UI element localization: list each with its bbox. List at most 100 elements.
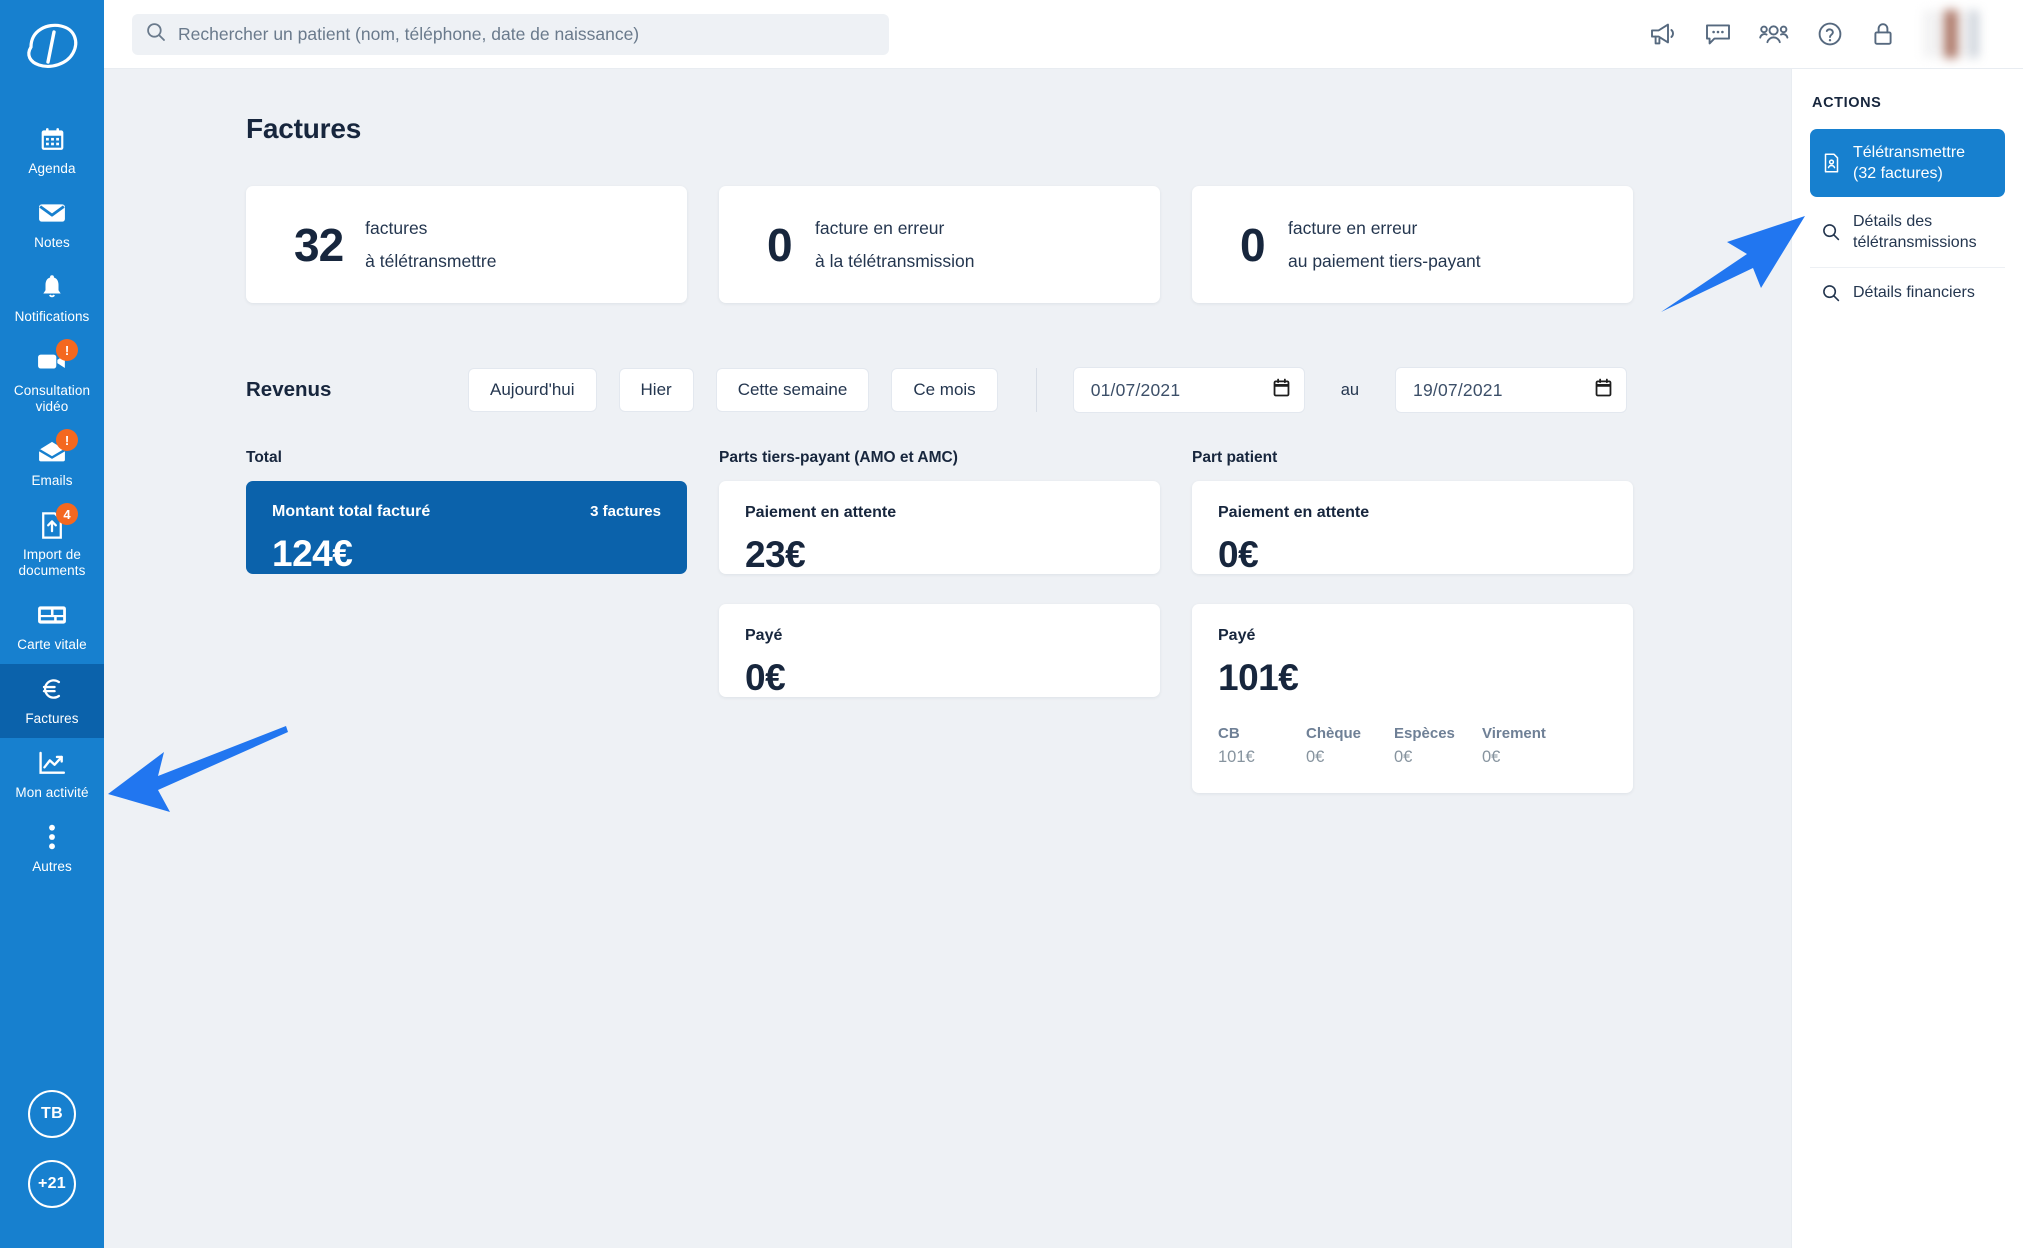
card-value: 0€ <box>1218 534 1259 575</box>
sidebar-item-import-documents[interactable]: 4 Import de documents <box>0 500 104 590</box>
filter-divider <box>1035 368 1037 412</box>
user-avatar[interactable] <box>1923 10 1979 58</box>
actions-title: ACTIONS <box>1812 95 1882 111</box>
users-icon[interactable] <box>1759 22 1789 46</box>
breakdown-key: Espèces <box>1394 725 1455 742</box>
app-logo[interactable] <box>17 16 87 76</box>
sidebar-item-label: Import de documents <box>18 547 86 578</box>
action-line-1: Détails financiers <box>1853 284 1975 301</box>
date-from-field[interactable]: 01/07/2021 <box>1072 367 1305 413</box>
breakdown-item-especes: Espèces 0€ <box>1394 725 1482 767</box>
sidebar-item-autres[interactable]: Autres <box>0 812 104 886</box>
card-header: Paiement en attente <box>745 504 1134 522</box>
search-input[interactable] <box>178 23 875 45</box>
sidebar-item-carte-vitale[interactable]: Carte vitale <box>0 590 104 664</box>
breakdown-value: 0€ <box>1482 748 1501 766</box>
action-line-2: télétransmissions <box>1853 234 1977 251</box>
help-icon[interactable] <box>1817 21 1843 47</box>
period-button-this-month[interactable]: Ce mois <box>891 368 998 412</box>
card-value: 23€ <box>745 534 806 575</box>
period-button-yesterday[interactable]: Hier <box>618 368 694 412</box>
action-teletransmettre[interactable]: Télétransmettre (32 factures) <box>1810 129 2005 197</box>
sidebar: Agenda Notes Notifications ! Consultatio… <box>0 0 104 1248</box>
calendar-icon[interactable] <box>1273 378 1290 402</box>
stat-card-transmission-error: 0 facture en erreur à la télétransmissio… <box>719 186 1160 303</box>
sidebar-item-label: Factures <box>25 711 79 726</box>
period-button-today[interactable]: Aujourd'hui <box>468 368 597 412</box>
stat-line-2: au paiement tiers-payant <box>1288 250 1481 271</box>
breakdown-key: CB <box>1218 725 1240 742</box>
card-montant-total-facture: Montant total facturé 3 factures 124€ <box>246 481 687 574</box>
sidebar-item-label: Emails <box>31 473 73 488</box>
action-line-1: Télétransmettre <box>1853 144 1966 161</box>
stat-line-2: à la télétransmission <box>815 250 975 271</box>
card-title: Paiement en attente <box>1218 504 1370 521</box>
card-title: Montant total facturé <box>272 503 431 520</box>
search-icon <box>146 22 166 47</box>
breakdown-key: Chèque <box>1306 725 1362 742</box>
sidebar-item-agenda[interactable]: Agenda <box>0 114 104 188</box>
card-header: Payé <box>1218 627 1607 645</box>
stat-line-2: à télétransmettre <box>365 250 497 271</box>
calendar-icon[interactable] <box>1595 378 1612 402</box>
document-icon <box>1822 153 1840 173</box>
card-title: Payé <box>745 627 783 644</box>
chart-line-icon <box>35 748 69 778</box>
card-header: Montant total facturé 3 factures <box>272 503 661 521</box>
breakdown-item-virement: Virement 0€ <box>1482 725 1570 767</box>
period-button-this-week[interactable]: Cette semaine <box>715 368 870 412</box>
date-between-label: au <box>1340 380 1360 399</box>
action-details-teletransmissions[interactable]: Détails des télétransmissions <box>1810 197 2005 267</box>
stat-line-1: factures <box>365 217 428 238</box>
sidebar-item-emails[interactable]: ! Emails <box>0 426 104 500</box>
megaphone-icon[interactable] <box>1649 21 1677 47</box>
column-label: Total <box>246 449 282 466</box>
sidebar-item-label: Mon activité <box>15 785 89 800</box>
breakdown-item-cb: CB 101€ <box>1218 725 1306 767</box>
chat-icon[interactable] <box>1705 22 1731 46</box>
id-card-icon <box>35 600 69 630</box>
video-camera-icon: ! <box>35 339 78 376</box>
column-total: Total Montant total facturé 3 factures 1… <box>246 449 687 793</box>
breakdown-key: Virement <box>1482 725 1546 742</box>
card-value: 124€ <box>272 533 353 574</box>
revenus-title: Revenus <box>246 378 332 401</box>
search-icon <box>1822 284 1840 302</box>
date-to-value: 19/07/2021 <box>1413 379 1503 400</box>
main-content: Factures 32 factures à télétransmettre 0… <box>104 69 1791 1248</box>
top-bar <box>104 0 2023 69</box>
card-value: 0€ <box>745 657 786 698</box>
stat-text: facture en erreur à la télétransmission <box>815 212 975 278</box>
avatar-overflow-count[interactable]: +21 <box>28 1160 76 1208</box>
invoice-stats-row: 32 factures à télétransmettre 0 facture … <box>246 186 1791 303</box>
payment-method-breakdown: CB 101€ Chèque 0€ Espèces 0€ Virement 0€ <box>1218 725 1607 767</box>
column-label: Parts tiers-payant (AMO et AMC) <box>719 449 958 466</box>
date-to-field[interactable]: 19/07/2021 <box>1395 367 1628 413</box>
bell-icon <box>35 272 69 302</box>
sidebar-item-consultation-video[interactable]: ! Consultation vidéo <box>0 336 104 426</box>
action-line-1: Détails des <box>1853 213 1933 230</box>
topbar-actions <box>1649 10 2001 58</box>
action-line-2: (32 factures) <box>1853 165 1943 182</box>
sidebar-item-notes[interactable]: Notes <box>0 188 104 262</box>
sidebar-item-factures[interactable]: Factures <box>0 664 104 738</box>
sidebar-badge: ! <box>56 429 78 451</box>
stat-line-1: facture en erreur <box>1288 217 1418 238</box>
stat-card-to-transmit: 32 factures à télétransmettre <box>246 186 687 303</box>
page-title: Factures <box>246 113 362 144</box>
stat-number: 0 <box>767 218 793 271</box>
lock-icon[interactable] <box>1871 21 1895 47</box>
document-upload-icon: 4 <box>35 503 78 540</box>
sidebar-item-label: Notifications <box>14 309 90 324</box>
sidebar-item-mon-activite[interactable]: Mon activité <box>0 738 104 812</box>
card-patient-paiement-en-attente: Paiement en attente 0€ <box>1192 481 1633 575</box>
action-details-financiers[interactable]: Détails financiers <box>1810 267 2005 317</box>
patient-search-box[interactable] <box>132 13 889 55</box>
action-label: Détails financiers <box>1853 282 1975 303</box>
avatar-initials[interactable]: TB <box>28 1090 76 1138</box>
card-header: Paiement en attente <box>1218 504 1607 522</box>
stat-number: 0 <box>1240 218 1266 271</box>
euro-icon <box>35 674 69 704</box>
sidebar-item-notifications[interactable]: Notifications <box>0 262 104 336</box>
breakdown-value: 0€ <box>1306 748 1325 766</box>
